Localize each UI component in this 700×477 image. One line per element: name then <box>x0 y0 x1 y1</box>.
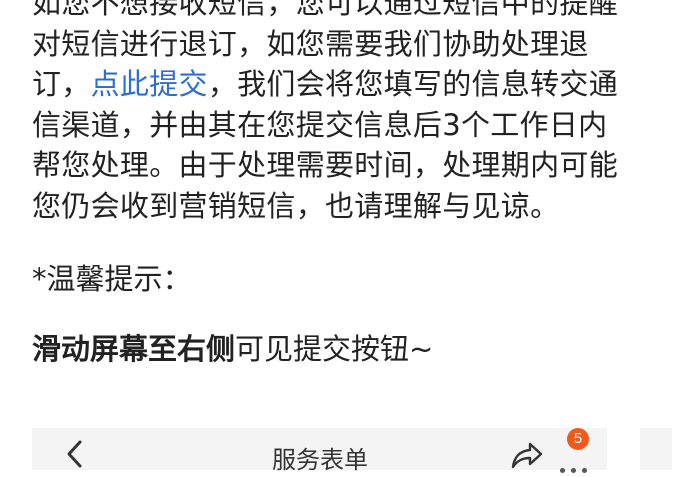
share-icon[interactable] <box>510 440 544 470</box>
paragraph-line-6: 您仍会收到营销短信，也请理解与见谅。 <box>32 188 560 223</box>
swipe-hint-rest: 可见提交按钮~ <box>235 332 434 366</box>
line-3-suffix: ，我们会将您填写的信息转交通 <box>207 67 619 101</box>
paragraph-line-5: 帮您处理。由于处理需要时间，处理期内可能 <box>32 148 619 182</box>
paragraph-line-4: 信渠道，并由其在您提交信息后3个工作日内 <box>32 107 608 142</box>
notification-badge: 5 <box>567 428 589 450</box>
header-right-strip <box>640 428 672 470</box>
paragraph-line-1: 如您不想接收短信，您可以通过短信中的提醒 <box>32 0 619 20</box>
article-body: 如您不想接收短信，您可以通过短信中的提醒 对短信进行退订，如您需要我们协助处理退… <box>32 0 682 369</box>
more-dots-icon[interactable] <box>560 458 600 473</box>
service-form-header: 服务表单 5 <box>32 428 607 474</box>
submit-link[interactable]: 点此提交 <box>91 67 208 101</box>
paragraph-line-2: 对短信进行退订，如您需要我们协助处理退 <box>32 26 589 61</box>
swipe-hint-bold: 滑动屏幕至右侧 <box>32 332 236 366</box>
swipe-hint: 滑动屏幕至右侧可见提交按钮~ <box>32 329 682 369</box>
line-3-prefix: 订， <box>32 67 91 101</box>
tip-heading: *温馨提示： <box>32 262 192 296</box>
chevron-left-icon[interactable] <box>64 438 86 470</box>
paragraph-line-3: 订，点此提交，我们会将您填写的信息转交通 <box>32 64 682 105</box>
